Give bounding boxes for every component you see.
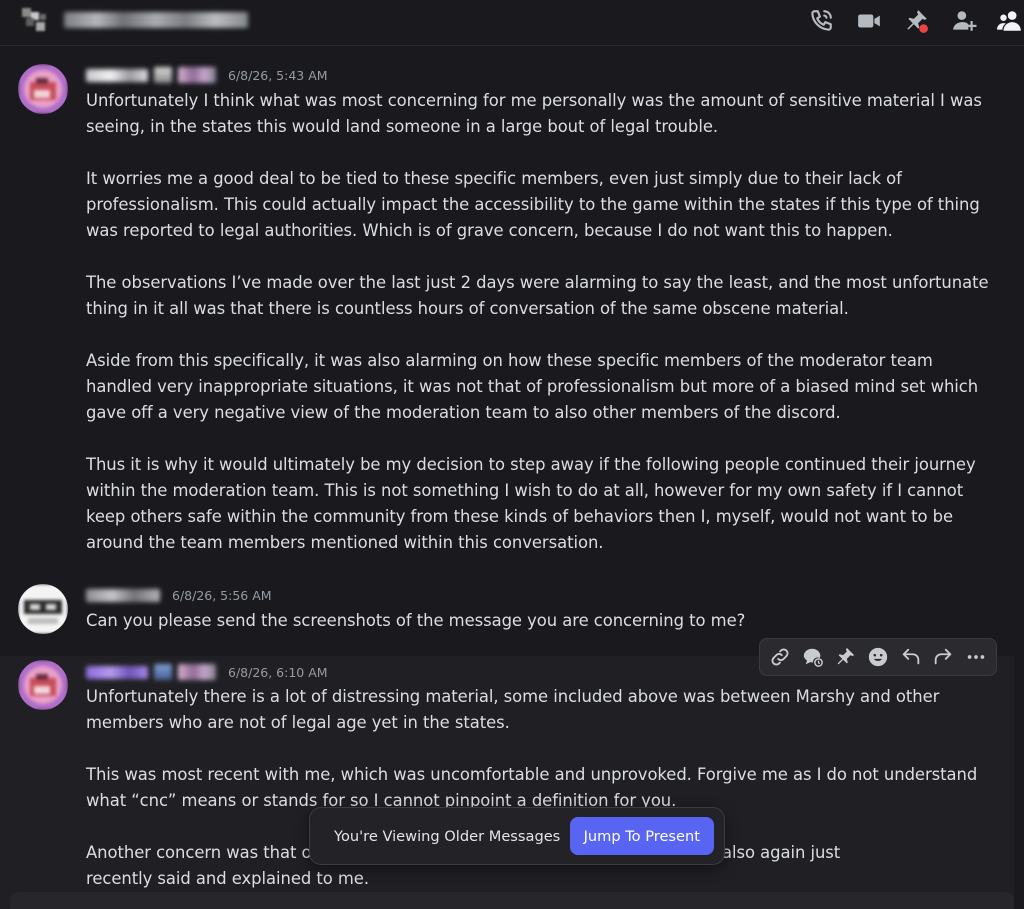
unread-dot <box>919 24 928 33</box>
message-paragraph: Unfortunately I think what was most conc… <box>86 91 982 136</box>
timestamp: 6/8/26, 5:56 AM <box>172 587 272 603</box>
timestamp: 6/8/26, 5:43 AM <box>228 67 328 83</box>
message-header: 6/8/26, 6:10 AM <box>86 662 328 682</box>
heart-badge-icon <box>154 664 172 680</box>
thread-icon[interactable] <box>800 644 826 670</box>
add-friends-icon[interactable] <box>951 8 977 34</box>
dm-title[interactable] <box>64 12 248 28</box>
message-paragraph: Aside from this specifically, it was als… <box>86 351 979 422</box>
message-header: 6/8/26, 5:56 AM <box>86 585 272 605</box>
message-content: Unfortunately I think what was most conc… <box>86 88 996 556</box>
message-header: 6/8/26, 5:43 AM <box>86 65 328 85</box>
older-messages-label: You're Viewing Older Messages <box>334 827 561 845</box>
username[interactable] <box>86 68 148 82</box>
message-paragraph: The observations I’ve made over the last… <box>86 273 989 318</box>
pin-icon[interactable] <box>832 644 858 670</box>
avatar[interactable] <box>18 584 68 634</box>
message-composer[interactable] <box>10 892 1014 909</box>
username[interactable] <box>86 588 160 602</box>
jump-to-present-button[interactable]: Jump To Present <box>569 817 714 855</box>
copy-link-icon[interactable] <box>767 644 793 670</box>
forward-icon[interactable] <box>930 644 956 670</box>
pinned-messages-icon[interactable] <box>903 8 929 34</box>
message-actions-toolbar <box>759 638 997 676</box>
scrollbar[interactable] <box>1014 48 1024 909</box>
username[interactable] <box>86 665 148 679</box>
group-dm-icon <box>20 6 50 36</box>
message-paragraph: Unfortunately there is a lot of distress… <box>86 687 940 732</box>
message-text-fragment: Another concern was that o <box>86 843 312 862</box>
message-paragraph: recently said and explained to me. <box>86 869 369 888</box>
message-paragraph: Can you please send the screenshots of t… <box>86 611 746 630</box>
voice-call-icon[interactable] <box>808 8 834 34</box>
heart-badge-icon <box>154 67 172 83</box>
avatar[interactable] <box>18 660 68 710</box>
role-tag <box>178 67 216 83</box>
message-content: Can you please send the screenshots of t… <box>86 608 996 634</box>
reply-icon[interactable] <box>898 644 924 670</box>
avatar[interactable] <box>18 64 68 114</box>
role-tag <box>178 664 216 680</box>
older-messages-bar: You're Viewing Older Messages Jump To Pr… <box>309 807 725 865</box>
timestamp: 6/8/26, 6:10 AM <box>228 664 328 680</box>
message-paragraph: Thus it is why it would ultimately be my… <box>86 455 976 552</box>
message-paragraph: It worries me a good deal to be tied to … <box>86 169 980 240</box>
add-reaction-icon[interactable] <box>865 644 891 670</box>
video-call-icon[interactable] <box>856 8 882 34</box>
dm-header <box>0 0 1024 46</box>
more-options-icon[interactable] <box>963 644 989 670</box>
member-list-icon[interactable] <box>997 8 1023 34</box>
